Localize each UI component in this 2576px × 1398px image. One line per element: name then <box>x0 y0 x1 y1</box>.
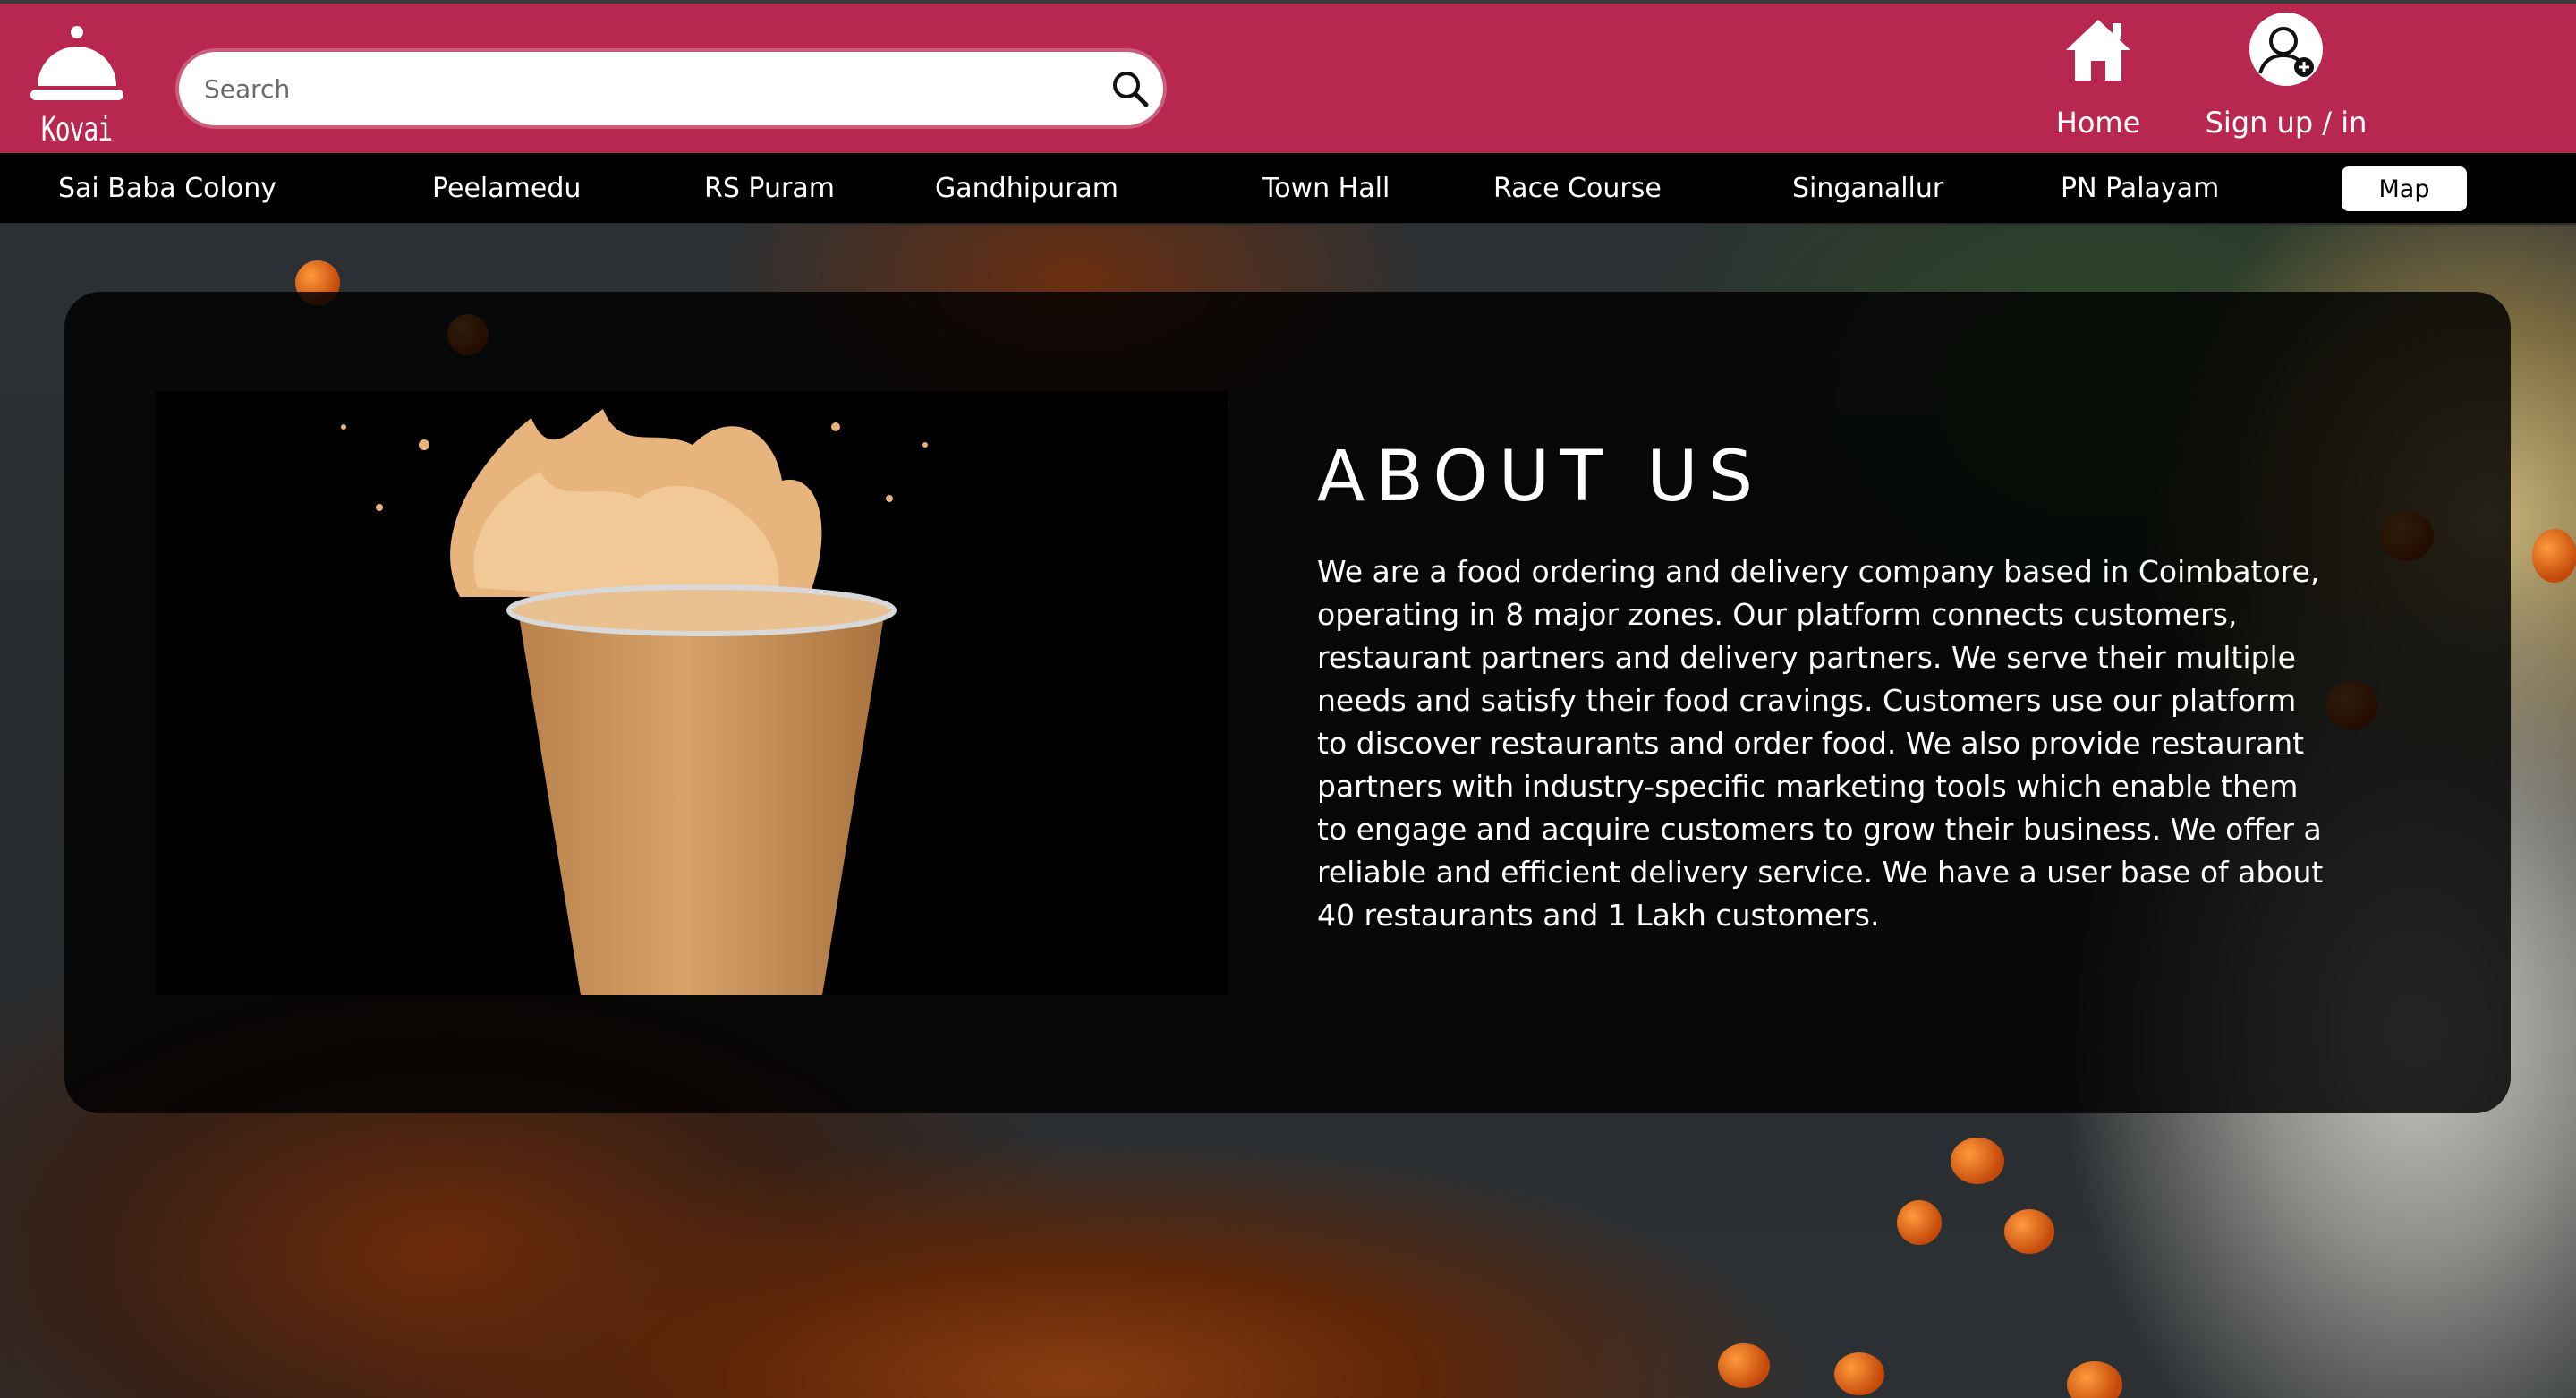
zone-link[interactable]: Singanallur <box>1792 173 1943 204</box>
zone-bar: Sai Baba Colony Peelamedu RS Puram Gandh… <box>0 153 2576 225</box>
berry-decoration <box>2004 1209 2054 1254</box>
nav-home[interactable]: Home <box>2040 14 2156 149</box>
about-title: ABOUT US <box>1317 437 1764 517</box>
berry-decoration <box>1951 1138 2004 1184</box>
zone-link[interactable]: Town Hall <box>1262 173 1390 204</box>
site-header: Kovai Delites Home Sign up / in <box>0 4 2576 189</box>
berry-decoration <box>1834 1352 1884 1395</box>
search-input[interactable] <box>204 52 1063 125</box>
about-image <box>156 391 1228 995</box>
nav-signin[interactable]: Sign up / in <box>2201 9 2371 149</box>
zone-link[interactable]: Race Course <box>1493 173 1662 204</box>
home-icon <box>2066 20 2130 81</box>
map-button[interactable]: Map <box>2342 166 2467 211</box>
berry-decoration <box>2067 1361 2122 1398</box>
zone-link[interactable]: Peelamedu <box>432 173 581 204</box>
cloche-logo-icon <box>30 26 123 100</box>
search-icon[interactable] <box>1109 68 1151 109</box>
nav-home-label: Home <box>2055 106 2141 140</box>
nav-signin-label: Sign up / in <box>2205 106 2368 140</box>
brand-logo[interactable]: Kovai Delites <box>16 23 137 189</box>
zone-link[interactable]: PN Palayam <box>2061 173 2219 204</box>
berry-decoration <box>1897 1200 1942 1245</box>
berry-decoration <box>1718 1343 1770 1388</box>
zone-link[interactable]: RS Puram <box>704 173 835 204</box>
berry-decoration <box>2532 529 2576 583</box>
search-bar[interactable] <box>179 52 1163 125</box>
zone-link[interactable]: Gandhipuram <box>935 173 1118 204</box>
drink-splash-illustration <box>341 409 928 995</box>
about-description: We are a food ordering and delivery comp… <box>1317 554 2324 933</box>
user-add-icon <box>2249 13 2323 86</box>
zone-link[interactable]: Sai Baba Colony <box>58 173 276 204</box>
